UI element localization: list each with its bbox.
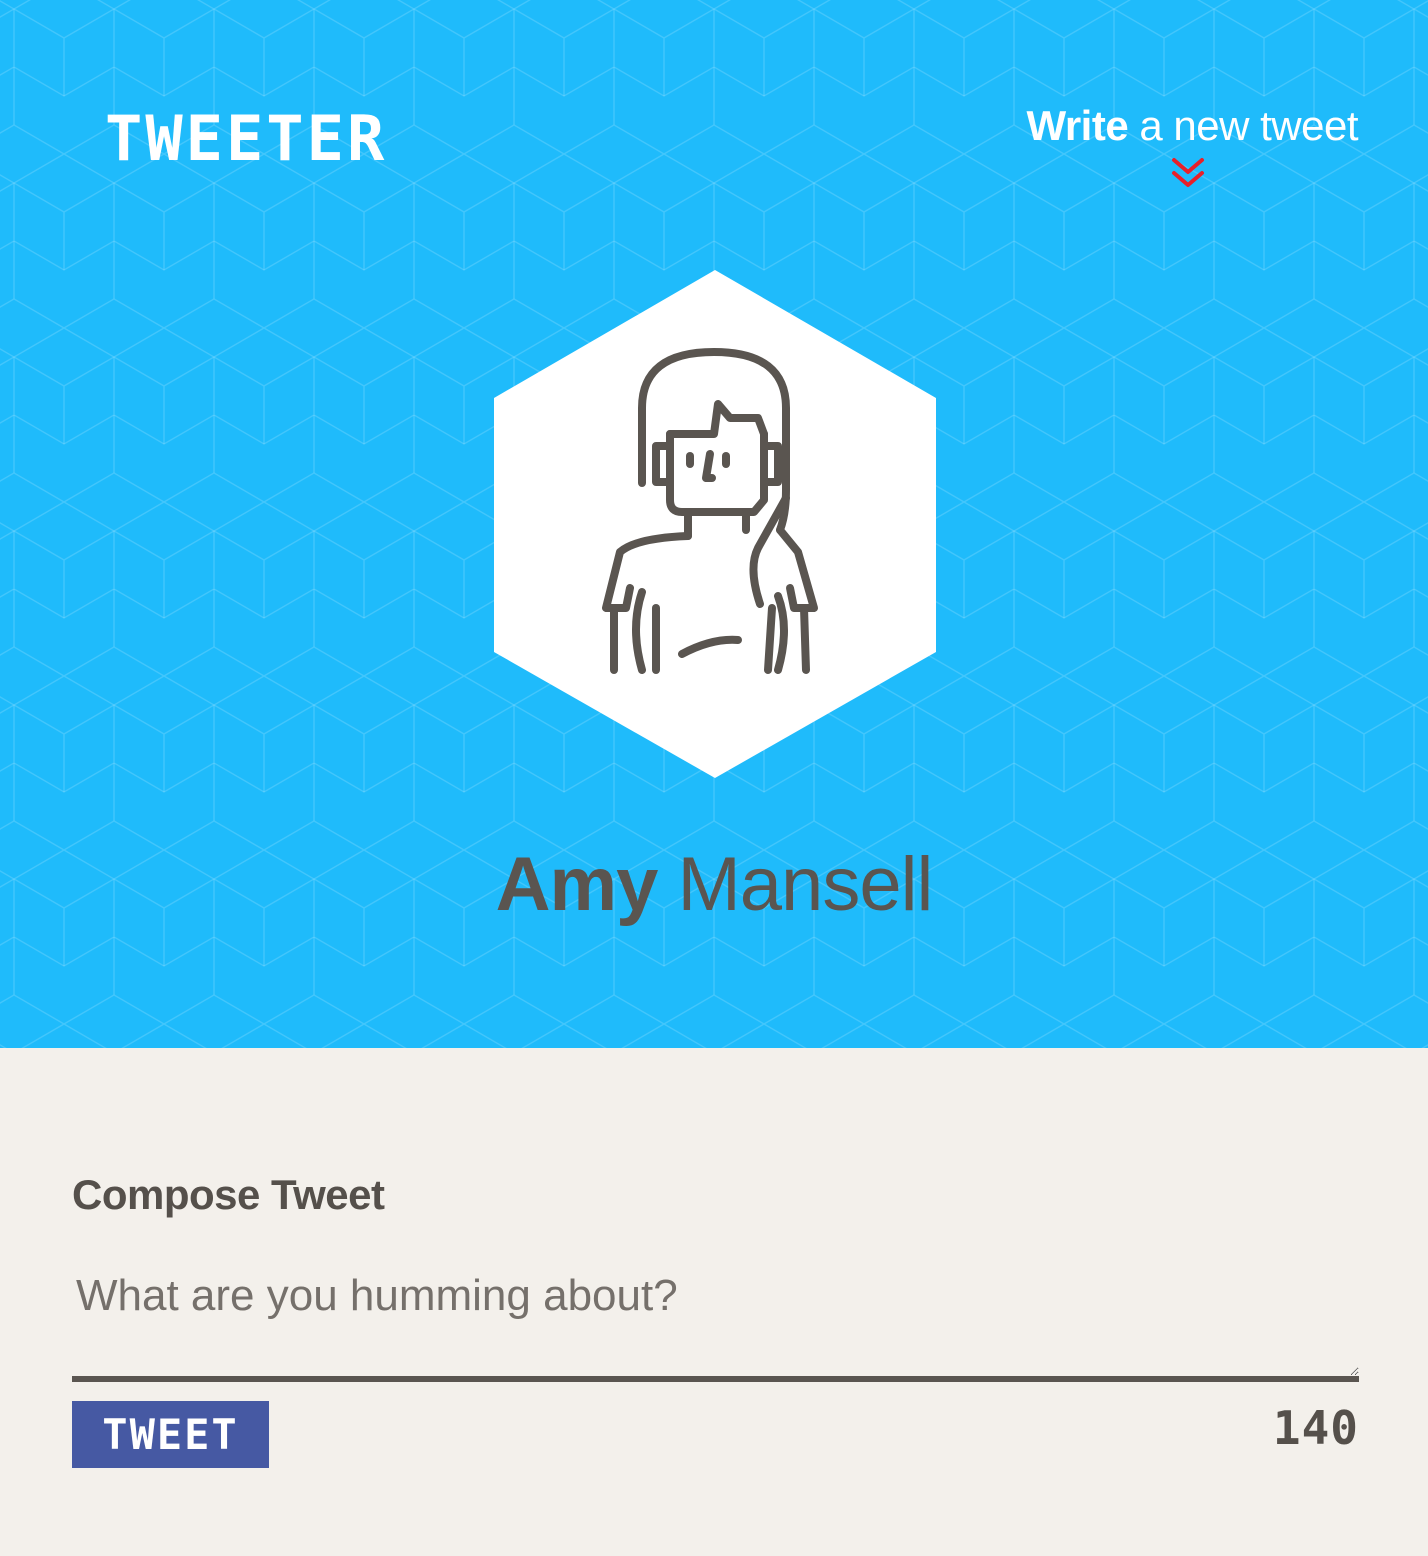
compose-tweet-label: Compose Tweet [72, 1171, 385, 1218]
woman-avatar-icon [494, 270, 936, 778]
character-counter: 140 [1272, 1401, 1359, 1455]
double-chevron-down-icon[interactable] [1170, 156, 1206, 192]
write-new-tweet-link[interactable]: Write a new tweet [1026, 100, 1358, 152]
profile-last-name: Mansell [657, 842, 933, 927]
tweet-textarea[interactable] [72, 1260, 1359, 1382]
profile-name: Amy Mansell [0, 840, 1428, 930]
write-link-bold-text: Write [1026, 102, 1129, 149]
page: TWEETER Write a new tweet Amy Mansell Co… [0, 0, 1428, 1556]
compose-tweet-form: Compose Tweet TWEET 140 [72, 1160, 1359, 1468]
tweet-submit-button[interactable]: TWEET [72, 1401, 269, 1468]
hero-banner: TWEETER Write a new tweet Amy Mansell [0, 0, 1428, 1048]
profile-first-name: Amy [495, 842, 659, 927]
write-link-rest-text: a new tweet [1128, 102, 1358, 149]
app-logo[interactable]: TWEETER [105, 104, 387, 174]
